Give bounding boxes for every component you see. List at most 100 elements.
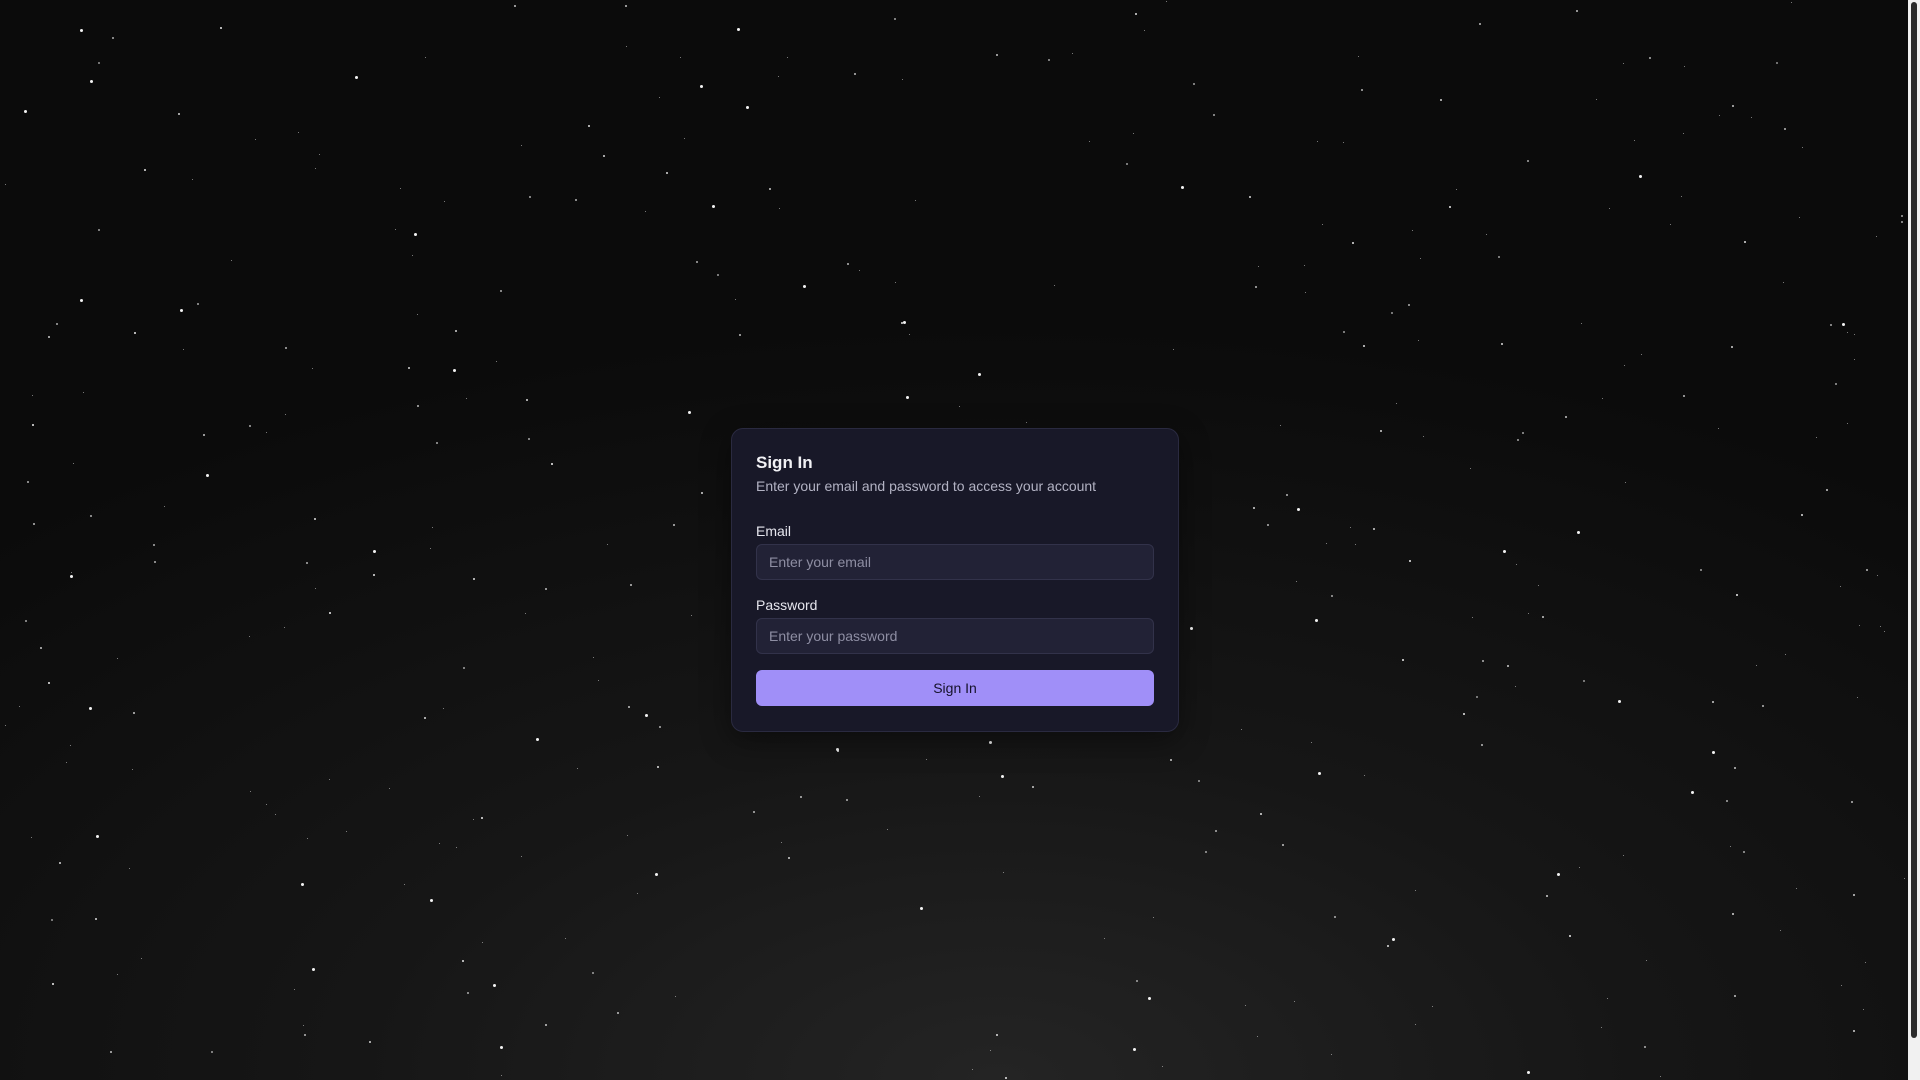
star: [249, 425, 251, 427]
star: [1373, 528, 1375, 530]
star: [1440, 99, 1442, 101]
star: [1847, 332, 1848, 333]
password-input[interactable]: [756, 618, 1154, 654]
star: [249, 636, 250, 637]
star: [315, 168, 316, 169]
star: [1133, 1048, 1136, 1051]
star: [1280, 425, 1281, 426]
star: [1712, 751, 1715, 754]
star: [134, 332, 136, 334]
star: [203, 434, 205, 436]
star: [430, 899, 433, 902]
star: [1498, 256, 1500, 258]
star: [1296, 581, 1297, 582]
star: [83, 392, 84, 393]
star: [314, 518, 316, 520]
sign-in-button[interactable]: Sign In: [756, 670, 1154, 706]
star: [787, 57, 788, 58]
star: [575, 199, 577, 201]
star: [521, 145, 522, 146]
star: [1387, 945, 1389, 947]
star: [1415, 1024, 1416, 1025]
vertical-scrollbar[interactable]: [1908, 0, 1920, 1080]
star: [684, 138, 685, 139]
star: [284, 627, 285, 628]
star: [432, 527, 433, 528]
star: [425, 57, 426, 58]
scrollbar-thumb[interactable]: [1911, 2, 1917, 1038]
star: [1625, 482, 1626, 483]
star: [696, 261, 698, 263]
star: [1853, 894, 1855, 896]
star: [769, 188, 771, 190]
star: [902, 79, 903, 80]
star: [59, 862, 61, 864]
star: [1865, 962, 1866, 963]
star: [1322, 224, 1323, 225]
star: [373, 550, 376, 553]
star: [1072, 53, 1073, 54]
star: [90, 515, 92, 517]
star: [481, 817, 483, 819]
star: [625, 5, 627, 7]
star: [915, 200, 916, 201]
star: [1756, 665, 1757, 666]
star: [5, 184, 6, 185]
star: [24, 110, 27, 113]
star: [536, 738, 539, 741]
star: [1305, 292, 1306, 293]
star: [315, 588, 316, 589]
star: [926, 759, 927, 760]
star: [1318, 772, 1321, 775]
star: [779, 208, 780, 209]
email-label: Email: [756, 523, 792, 539]
star: [1734, 995, 1736, 997]
star: [1623, 63, 1624, 64]
star: [266, 804, 267, 805]
email-input[interactable]: [756, 544, 1154, 580]
star: [903, 321, 906, 324]
star: [1190, 627, 1193, 630]
star: [1624, 365, 1625, 366]
star: [1736, 594, 1738, 596]
star: [972, 1069, 973, 1070]
star: [655, 873, 658, 876]
star: [996, 54, 998, 56]
star: [33, 523, 35, 525]
star: [1602, 398, 1603, 399]
star: [859, 270, 860, 271]
star: [1583, 680, 1585, 682]
star: [1785, 654, 1786, 655]
star: [303, 1025, 304, 1026]
star: [266, 432, 267, 433]
star: [329, 612, 331, 614]
star: [1415, 890, 1416, 891]
star: [1423, 436, 1424, 437]
star: [117, 658, 118, 659]
star: [1501, 343, 1503, 345]
star: [51, 919, 53, 921]
star: [414, 233, 417, 236]
star: [1005, 1077, 1007, 1079]
star: [1618, 700, 1621, 703]
star: [1364, 775, 1365, 776]
star: [133, 712, 135, 714]
star: [346, 831, 347, 832]
star: [978, 373, 981, 376]
star: [1449, 206, 1451, 208]
star: [628, 706, 630, 708]
star: [141, 958, 142, 959]
star: [577, 768, 578, 769]
star: [781, 842, 782, 843]
star: [588, 125, 590, 127]
star: [1343, 142, 1344, 143]
star: [1762, 705, 1764, 707]
star: [1528, 613, 1529, 614]
star: [906, 396, 909, 399]
star: [312, 968, 315, 971]
star: [1876, 236, 1877, 237]
star: [565, 938, 566, 939]
star: [1198, 780, 1200, 782]
star: [1481, 744, 1483, 746]
star: [1842, 323, 1845, 326]
